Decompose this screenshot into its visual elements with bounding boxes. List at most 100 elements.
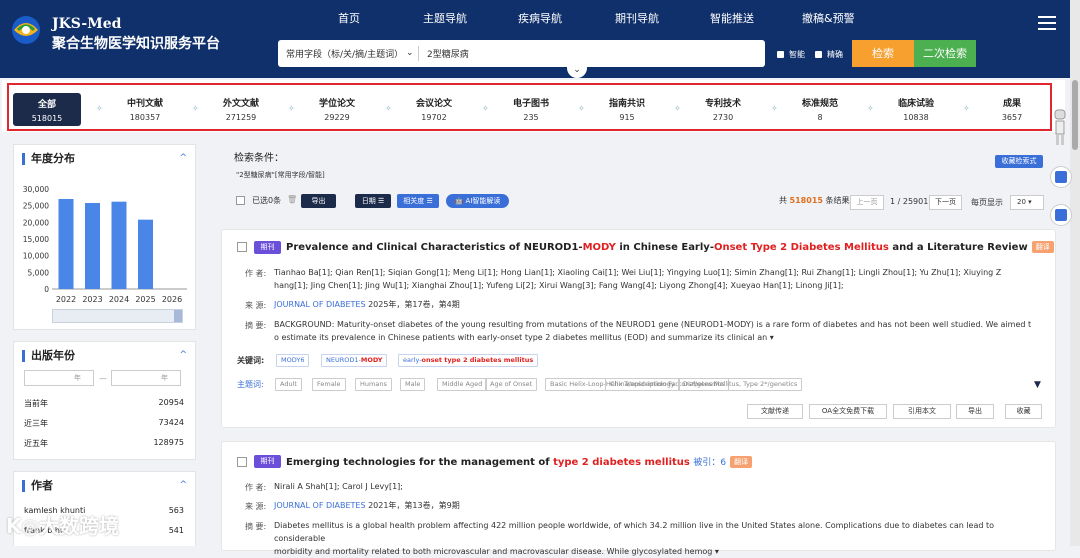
- author-list[interactable]: Tianhao Ba[1]; Qian Ren[1]; Siqian Gong[…: [274, 266, 1044, 292]
- ai-interpret-button[interactable]: 🤖 AI智能解读: [446, 194, 509, 208]
- mesh-tag[interactable]: China/epidemiology: [605, 378, 680, 391]
- mesh-tag[interactable]: Adult: [275, 378, 302, 391]
- exact-checkbox[interactable]: 精确: [815, 49, 843, 60]
- year-row-5y[interactable]: 近五年 128975: [24, 438, 184, 449]
- bar-2024[interactable]: [111, 201, 127, 289]
- exact-checkbox-label: 精确: [827, 50, 843, 59]
- source-info: 2021年，第13卷，第9期: [365, 501, 460, 510]
- source-label: 来 源:: [245, 301, 267, 310]
- year-distribution-panel: 年度分布 ^ 0 5,000 10,000 15,000 20,000 25,000 30,…: [13, 144, 196, 330]
- sort-relevance-button[interactable]: 相关度 ☰: [397, 194, 439, 208]
- category-tab[interactable]: 会议论文 19702: [399, 96, 469, 122]
- expand-caret-icon[interactable]: ▼: [1034, 380, 1041, 390]
- translate-badge[interactable]: 翻译: [1031, 241, 1054, 253]
- result-title[interactable]: Prevalence and Clinical Characteristics …: [286, 241, 1054, 253]
- mesh-tag[interactable]: Age of Onset: [485, 378, 538, 391]
- nav-retraction[interactable]: 撤稿&预警: [802, 10, 855, 26]
- search-button[interactable]: 检索: [852, 40, 914, 67]
- chat-icon[interactable]: [1050, 204, 1072, 226]
- category-count: 180357: [129, 113, 161, 122]
- bar-2022[interactable]: [58, 199, 74, 289]
- category-tab[interactable]: 临床试验 10838: [881, 96, 951, 122]
- keyword-tag[interactable]: MODY6: [276, 354, 310, 367]
- nav-push[interactable]: 智能推送: [710, 10, 754, 26]
- category-tab[interactable]: 标准规范 8: [785, 96, 855, 122]
- year-row-3y[interactable]: 近三年 73424: [24, 418, 184, 429]
- expand-caret-icon[interactable]: ▾: [770, 333, 774, 342]
- slider-handle[interactable]: [174, 310, 182, 322]
- save-query-button[interactable]: 收藏检索式: [995, 155, 1043, 168]
- mesh-tag[interactable]: Humans: [355, 378, 392, 391]
- journal-link[interactable]: JOURNAL OF DIABETES: [274, 501, 366, 510]
- year-to-input[interactable]: 年: [111, 370, 181, 386]
- translate-badge[interactable]: 翻译: [730, 456, 753, 468]
- search-input[interactable]: 2型糖尿病: [427, 47, 469, 60]
- collapse-caret-icon[interactable]: ^: [179, 480, 187, 490]
- robot-icon[interactable]: [1052, 108, 1068, 148]
- result-checkbox[interactable]: [237, 242, 247, 252]
- trash-icon[interactable]: 🗑: [287, 195, 297, 204]
- x-tick-label: 2025: [135, 295, 155, 304]
- nav-disease[interactable]: 疾病导航: [518, 10, 562, 26]
- y-tick-label: 15,000: [23, 235, 49, 244]
- author-list[interactable]: Nirali A Shah[1]; Carol J Levy[1];: [274, 480, 403, 493]
- prev-page-button[interactable]: 上一页: [850, 195, 884, 210]
- export-button[interactable]: 导出: [301, 194, 336, 208]
- smart-checkbox[interactable]: 智能: [777, 49, 805, 60]
- category-tab[interactable]: 全部 518015: [13, 93, 81, 126]
- mesh-tag[interactable]: Middle Aged: [437, 378, 488, 391]
- keyword-tag[interactable]: NEUROD1-MODY: [321, 354, 388, 367]
- keyword-tag[interactable]: early-onset type 2 diabetes mellitus: [398, 354, 539, 367]
- expand-caret-icon[interactable]: ▾: [715, 547, 719, 556]
- nav-journal[interactable]: 期刊导航: [615, 10, 659, 26]
- bar-2023[interactable]: [85, 203, 100, 289]
- author-label: 作 者:: [245, 483, 267, 492]
- scrollbar-thumb[interactable]: [1072, 80, 1078, 150]
- second-search-button[interactable]: 二次检索: [914, 40, 976, 67]
- sort-date-button[interactable]: 日期 ☰: [355, 194, 391, 208]
- category-tab[interactable]: 中刊文献 180357: [110, 96, 180, 122]
- category-tab[interactable]: 指南共识 915: [592, 96, 662, 122]
- action-button[interactable]: 导出: [956, 404, 994, 419]
- cite-count[interactable]: 被引：6: [693, 458, 726, 468]
- bar-2025[interactable]: [138, 219, 153, 289]
- next-page-button[interactable]: 下一页: [929, 195, 962, 210]
- action-button[interactable]: 文献传递: [747, 404, 803, 419]
- category-name: 中刊文献: [126, 99, 163, 109]
- page-scrollbar[interactable]: [1070, 0, 1080, 546]
- collapse-chevron-icon[interactable]: ⌄: [567, 64, 587, 78]
- qr-code-icon[interactable]: [1050, 166, 1072, 188]
- category-count: 235: [523, 113, 539, 122]
- mesh-tag[interactable]: Female: [312, 378, 346, 391]
- hamburger-menu-icon[interactable]: [1038, 16, 1056, 30]
- category-name: 专利技术: [704, 99, 741, 109]
- category-tab[interactable]: 成果 3657: [977, 96, 1047, 122]
- journal-link[interactable]: JOURNAL OF DIABETES: [274, 300, 366, 309]
- category-tab[interactable]: 外文文献 271259: [206, 96, 276, 122]
- chart-zoom-slider[interactable]: [52, 309, 183, 323]
- action-button[interactable]: 收藏: [1005, 404, 1042, 419]
- category-count: 3657: [1001, 113, 1023, 122]
- action-button[interactable]: OA全文免费下载: [809, 404, 887, 419]
- select-all-checkbox[interactable]: [236, 196, 245, 205]
- mesh-tag[interactable]: Male: [400, 378, 426, 391]
- category-tab[interactable]: 专利技术 2730: [688, 96, 758, 122]
- category-tab[interactable]: 电子图书 235: [496, 96, 566, 122]
- year-row-current[interactable]: 当前年 20954: [24, 398, 184, 409]
- keyword-highlight: MODY: [360, 356, 383, 364]
- search-field-select[interactable]: 常用字段（标/关/摘/主题词）: [286, 47, 403, 60]
- collapse-caret-icon[interactable]: ^: [179, 350, 187, 360]
- result-checkbox[interactable]: [237, 457, 247, 467]
- action-button[interactable]: 引用本文: [893, 404, 951, 419]
- category-tab[interactable]: 学位论文 29229: [302, 96, 372, 122]
- result-title[interactable]: Emerging technologies for the management…: [286, 455, 753, 468]
- nav-topic[interactable]: 主题导航: [423, 10, 467, 26]
- mesh-tag[interactable]: Diabetes Mellitus, Type 2*/genetics: [678, 378, 803, 391]
- collapse-caret-icon[interactable]: ^: [179, 153, 187, 163]
- year-from-input[interactable]: 年: [24, 370, 94, 386]
- chevron-down-icon[interactable]: ⌄: [406, 48, 414, 58]
- per-page-select[interactable]: 20 ▾: [1010, 195, 1044, 210]
- y-tick-label: 0: [44, 285, 49, 294]
- nav-home[interactable]: 首页: [338, 10, 360, 26]
- author-line: Tianhao Ba[1]; Qian Ren[1]; Siqian Gong[…: [274, 268, 1002, 277]
